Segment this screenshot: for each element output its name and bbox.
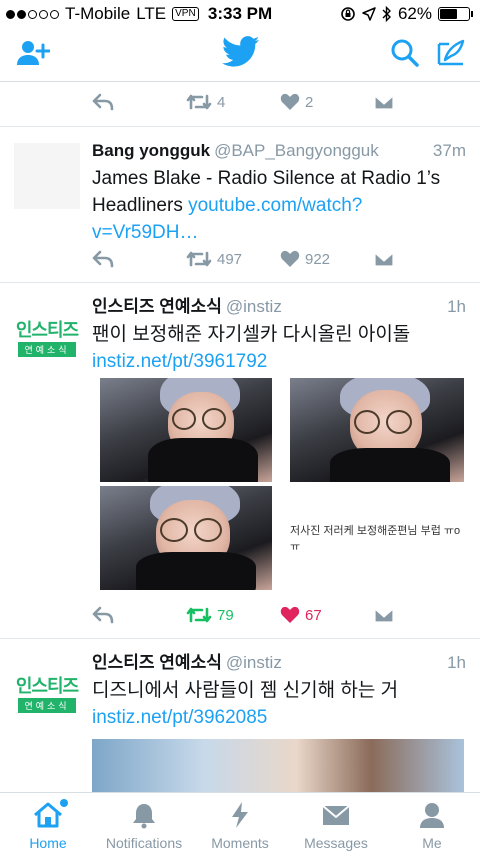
envelope-icon — [322, 805, 350, 825]
user-handle[interactable]: @instiz — [226, 653, 282, 672]
reply-button[interactable] — [92, 250, 186, 268]
new-tweets-dot — [60, 799, 68, 807]
user-name[interactable]: 인스티즈 연예소식 — [92, 297, 222, 316]
media-text-image[interactable]: 저사진 저러케 보정해준편님 부럽 ㅠoㅠ — [290, 486, 464, 590]
dm-button[interactable] — [374, 251, 394, 267]
tab-label: Moments — [211, 835, 269, 851]
tweet-time: 1h — [447, 653, 466, 672]
tweet-text: 디즈니에서 사람들이 젬 신기해 하는 거 — [92, 680, 399, 701]
like-count: 2 — [305, 93, 314, 111]
media-caption: 저사진 저러케 보정해준편님 부럽 ㅠoㅠ — [290, 525, 461, 553]
tweet-link[interactable]: instiz.net/pt/3962085 — [92, 704, 466, 731]
compose-icon[interactable] — [436, 38, 466, 68]
avatar[interactable] — [14, 143, 80, 209]
media-photo[interactable] — [92, 739, 464, 792]
retweet-count: 497 — [217, 250, 243, 268]
like-button[interactable]: 2 — [280, 93, 374, 111]
tab-label: Home — [29, 835, 67, 851]
like-count: 67 — [305, 606, 322, 624]
heart-icon — [280, 250, 300, 267]
tab-label: Me — [422, 835, 442, 851]
envelope-icon — [374, 95, 394, 110]
retweet-icon — [186, 94, 212, 110]
avatar[interactable]: 인스티즈 연예소식 — [14, 305, 80, 371]
user-name[interactable]: Bang yongguk — [92, 141, 210, 160]
retweet-count: 4 — [217, 93, 226, 111]
tab-messages[interactable]: Messages — [288, 793, 384, 854]
search-icon[interactable] — [390, 38, 420, 68]
retweet-icon — [186, 251, 212, 267]
dm-button[interactable] — [374, 607, 394, 623]
retweet-button[interactable]: 4 — [186, 93, 280, 111]
dm-button[interactable] — [374, 94, 394, 110]
avatar[interactable]: 인스티즈 연예소식 — [14, 661, 80, 727]
lightning-icon — [232, 802, 248, 828]
tab-home[interactable]: Home — [0, 793, 96, 854]
tab-notifications[interactable]: Notifications — [96, 793, 192, 854]
like-button[interactable]: 922 — [280, 250, 374, 268]
media-photo[interactable] — [100, 378, 272, 482]
location-icon — [362, 7, 376, 21]
media-photo[interactable] — [100, 486, 272, 590]
tweet-link[interactable]: instiz.net/pt/3961792 — [92, 348, 466, 375]
like-button[interactable]: 67 — [280, 606, 374, 624]
tweet[interactable]: 인스티즈 연예소식 인스티즈 연예소식 @instiz 1h 디즈니에서 사람들이… — [0, 638, 480, 792]
heart-icon — [280, 93, 300, 110]
home-icon — [34, 802, 62, 828]
avatar-logo-text: 인스티즈 — [15, 319, 79, 340]
tweet-time: 1h — [447, 297, 466, 316]
top-nav-bar — [0, 28, 480, 82]
retweet-button[interactable]: 497 — [186, 250, 280, 268]
tweet[interactable]: Bang yongguk @BAP_Bangyongguk 37m James B… — [0, 126, 480, 282]
bluetooth-icon — [382, 6, 391, 22]
media-photo[interactable] — [290, 378, 464, 482]
retweet-icon — [186, 607, 212, 623]
tweet-actions: 4 2 — [92, 82, 394, 122]
orientation-lock-icon — [341, 7, 355, 21]
tab-label: Notifications — [105, 835, 183, 851]
envelope-icon — [374, 252, 394, 267]
tweet-actions: 497 922 — [92, 239, 394, 279]
envelope-icon — [374, 608, 394, 623]
reply-icon — [92, 606, 114, 624]
add-user-icon[interactable] — [16, 38, 50, 68]
user-name[interactable]: 인스티즈 연예소식 — [92, 653, 222, 672]
reply-button[interactable] — [92, 93, 186, 111]
heart-icon — [280, 606, 300, 623]
twitter-bird-icon[interactable] — [222, 36, 260, 68]
timeline[interactable]: 4 2 Bang yongguk @BAP_Bangyongguk 37m Jam… — [0, 82, 480, 792]
status-bar: T-Mobile LTE VPN 3:33 PM 62% — [0, 0, 480, 28]
battery-icon — [438, 7, 473, 21]
tweet-media-grid[interactable]: 저사진 저러케 보정해준편님 부럽 ㅠoㅠ — [100, 378, 464, 590]
bottom-tab-bar: Home Notifications Moments Messages Me — [0, 792, 480, 854]
tab-moments[interactable]: Moments — [192, 793, 288, 854]
user-handle[interactable]: @BAP_Bangyongguk — [214, 141, 379, 160]
retweet-count: 79 — [217, 606, 234, 624]
reply-icon — [92, 250, 114, 268]
tweet-text: 팬이 보정해준 자기셀카 다시올린 아이돌 — [92, 324, 411, 345]
tab-label: Messages — [304, 835, 368, 851]
tweet-time: 37m — [432, 141, 466, 160]
avatar-logo-subtext: 연예소식 — [18, 341, 76, 357]
tweet-actions: 79 67 — [92, 595, 394, 635]
user-handle[interactable]: @instiz — [226, 297, 282, 316]
tweet-partial[interactable]: 4 2 — [0, 82, 480, 126]
reply-button[interactable] — [92, 606, 186, 624]
battery-percent: 62% — [397, 4, 432, 23]
reply-icon — [92, 93, 114, 111]
bell-icon — [133, 804, 155, 829]
avatar-logo-text: 인스티즈 — [15, 675, 79, 696]
retweet-button[interactable]: 79 — [186, 606, 280, 624]
person-icon — [420, 803, 444, 828]
avatar-logo-subtext: 연예소식 — [18, 697, 76, 713]
tab-me[interactable]: Me — [384, 793, 480, 854]
like-count: 922 — [305, 250, 331, 268]
